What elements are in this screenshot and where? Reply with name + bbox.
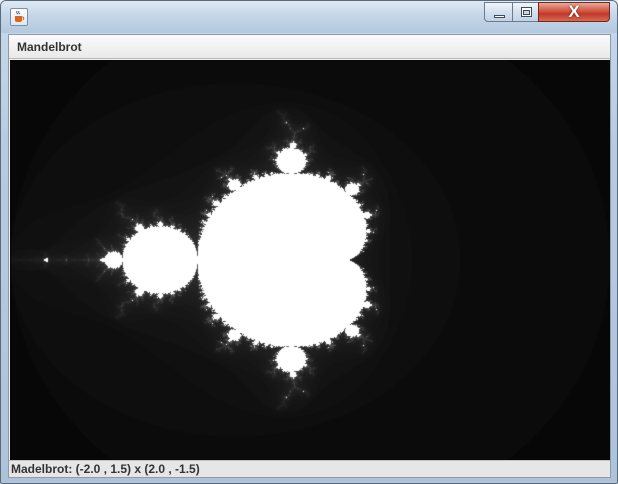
maximize-button[interactable] [512,2,539,22]
close-button[interactable]: X [538,2,610,22]
close-icon: X [568,2,580,21]
maximize-icon [521,7,532,17]
content-panel: Mandelbrot Madelbrot: (-2.0 , 1.5) x (2.… [8,34,611,478]
mandelbrot-canvas[interactable] [10,60,610,460]
minimize-icon [494,15,505,18]
status-bar: Madelbrot: (-2.0 , 1.5) x (2.0 , -1.5) [9,460,610,477]
title-bar[interactable]: X [1,1,617,33]
minimize-button[interactable] [484,2,513,22]
panel-title: Mandelbrot [9,35,610,59]
app-window: X Mandelbrot Madelbrot: (-2.0 , 1.5) x (… [0,0,618,484]
java-cup-icon[interactable] [10,8,28,26]
